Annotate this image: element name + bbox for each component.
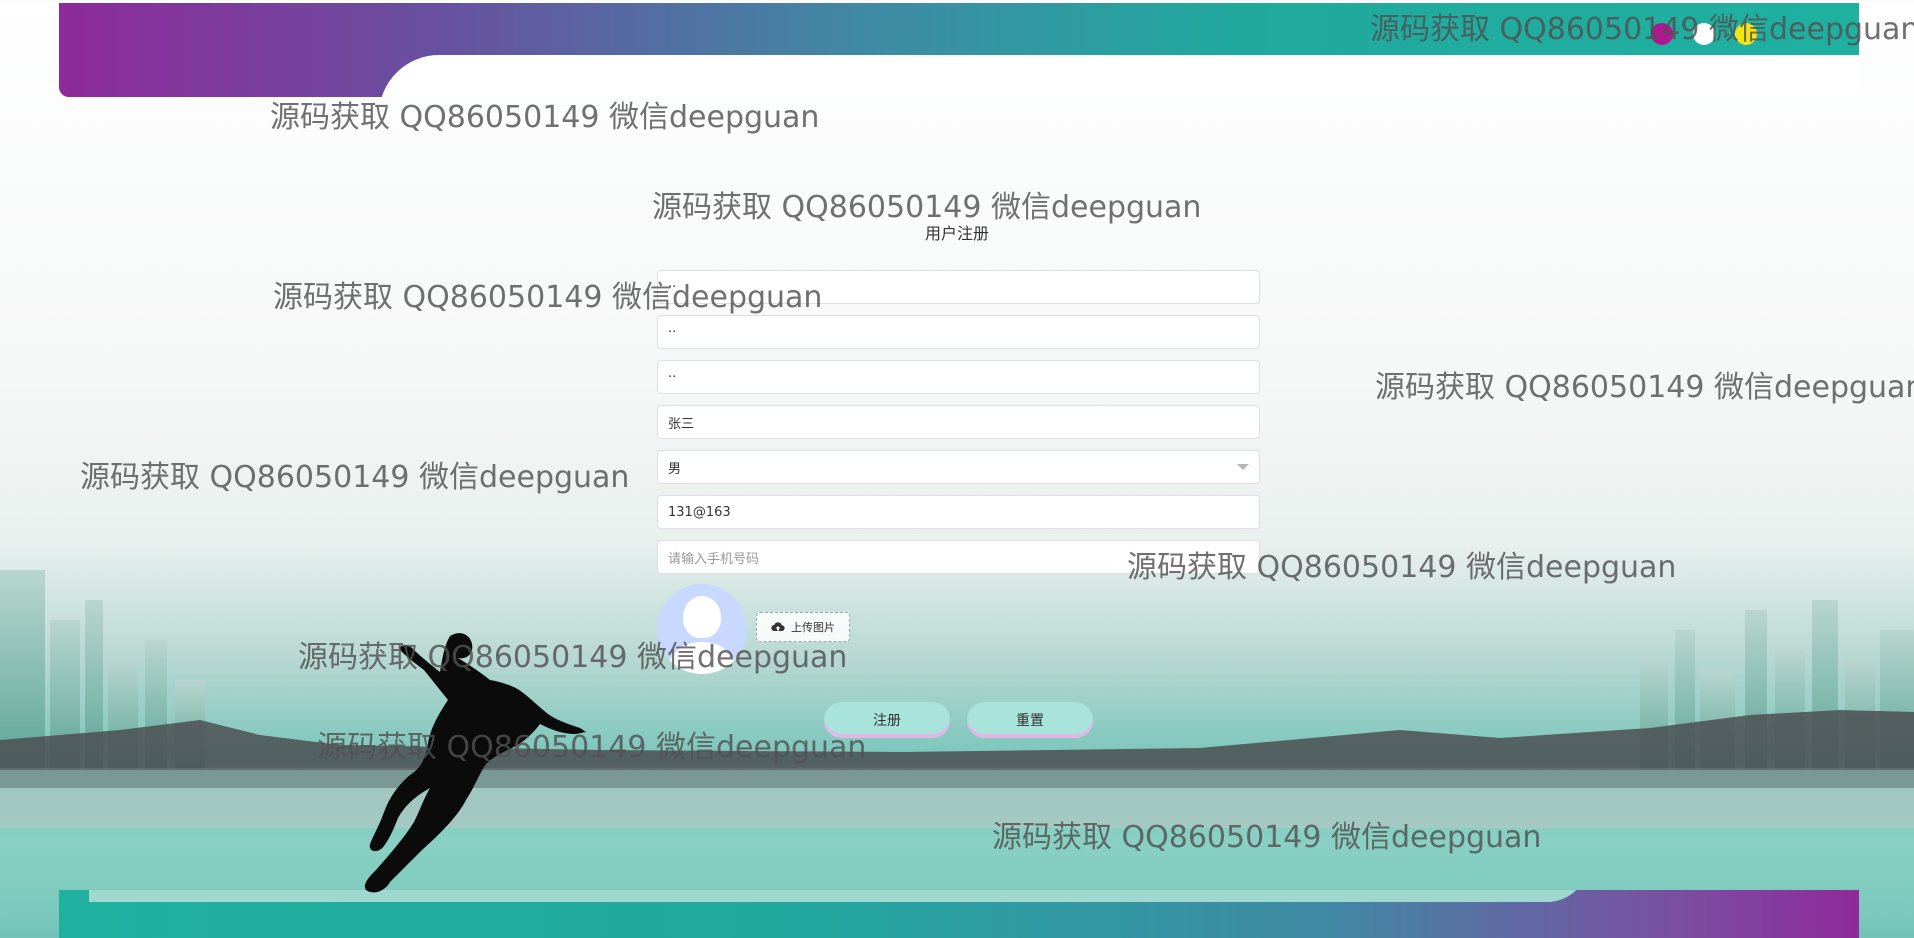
chevron-down-icon <box>1237 464 1249 470</box>
purple-dot <box>1651 23 1673 45</box>
watermark-text: 源码获取 QQ86050149 微信deepguan <box>80 460 630 495</box>
upload-image-button[interactable]: 上传图片 <box>756 612 850 642</box>
phone-field[interactable]: 请输入手机号码 <box>657 540 1260 574</box>
confirm-password-field[interactable]: ·· <box>657 360 1260 394</box>
name-field[interactable]: 张三 <box>657 405 1260 439</box>
white-dot <box>1693 23 1715 45</box>
upload-image-label: 上传图片 <box>791 621 835 634</box>
watermark-text: 源码获取 QQ86050149 微信deepguan <box>1375 370 1914 405</box>
username-field[interactable]: ·· <box>657 270 1260 304</box>
user-avatar-icon <box>657 584 747 674</box>
gender-select[interactable]: 男 <box>657 450 1260 484</box>
avatar-head <box>683 596 721 638</box>
top-banner-cutout <box>379 55 1859 97</box>
top-banner <box>59 3 1859 97</box>
watermark-text: 源码获取 QQ86050149 微信deepguan <box>270 100 820 135</box>
avatar-body <box>669 642 735 674</box>
runner-silhouette <box>364 633 586 893</box>
reset-button[interactable]: 重置 <box>967 702 1093 738</box>
page-title: 用户注册 <box>924 224 989 243</box>
gender-select-value: 男 <box>668 461 682 477</box>
email-field[interactable]: 131@163 <box>657 495 1260 529</box>
register-button[interactable]: 注册 <box>824 702 950 738</box>
yellow-dot <box>1735 23 1757 45</box>
password-field[interactable]: ·· <box>657 315 1260 349</box>
city-skyline-background <box>0 570 1914 920</box>
cloud-upload-icon <box>771 622 785 632</box>
